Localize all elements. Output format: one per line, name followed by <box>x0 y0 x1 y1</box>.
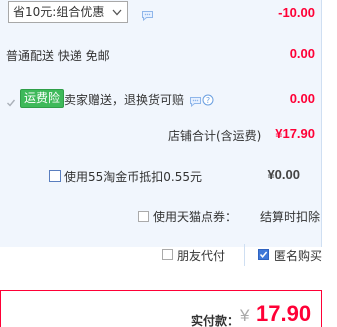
coins-amount: ¥0.00 <box>267 167 300 182</box>
insurance-row: 运费险 卖家赠送，退换货可赔 ? 0.00 <box>0 80 321 114</box>
pay-total-amount: 17.90 <box>256 301 312 326</box>
tmall-points-label: 使用天猫点券： <box>153 210 238 224</box>
order-summary-page: 省10元:组合优惠 -10.00 普通配送 快递 免邮 0.00 运费险 卖家赠… <box>0 0 337 327</box>
tmall-points-note: 结算时扣除 <box>260 210 321 224</box>
insurance-amount: 0.00 <box>289 91 315 106</box>
friend-pay-checkbox[interactable] <box>162 249 173 260</box>
payment-options-row: 朋友代付 匿名购买 <box>0 244 323 266</box>
chat-bubble-icon[interactable] <box>141 6 154 25</box>
pay-total-bar: 实付款： ¥ 17.90 <box>0 290 322 327</box>
checkmark-icon <box>259 251 268 258</box>
promo-select-value: 省10元:组合优惠 <box>13 5 105 19</box>
options-divider <box>244 244 245 266</box>
question-icon[interactable]: ? <box>202 91 214 110</box>
promo-select[interactable]: 省10元:组合优惠 <box>8 1 128 23</box>
checkmark-icon <box>6 93 16 112</box>
promo-amount: -10.00 <box>278 5 315 20</box>
shipping-label: 普通配送 快递 免邮 <box>6 49 110 63</box>
pay-total-label: 实付款： <box>191 314 240 327</box>
shipping-amount: 0.00 <box>289 46 315 61</box>
tmall-points-row: 使用天猫点券： 结算时扣除 <box>0 205 321 227</box>
coins-label: 使用55淘金币抵扣0.55元 <box>64 170 202 184</box>
store-total-row: 店铺合计(含运费) ¥17.90 <box>0 120 321 150</box>
insurance-text: 卖家赠送，退换货可赔 <box>64 93 185 107</box>
friend-pay-label: 朋友代付 <box>177 249 226 263</box>
pay-total-currency: ¥ <box>240 306 250 325</box>
tmall-points-checkbox[interactable] <box>138 211 149 222</box>
anonymous-label: 匿名购买 <box>274 249 323 263</box>
chevron-down-icon <box>110 3 124 21</box>
coins-row: 使用55淘金币抵扣0.55元 ¥0.00 <box>0 164 321 188</box>
svg-text:?: ? <box>206 96 210 105</box>
coins-checkbox[interactable] <box>49 170 61 182</box>
store-total-amount: ¥17.90 <box>275 126 315 141</box>
shipping-row: 普通配送 快递 免邮 0.00 <box>0 38 321 68</box>
chat-bubble-icon[interactable] <box>189 92 202 111</box>
store-total-label: 店铺合计(含运费) <box>168 129 262 143</box>
insurance-badge: 运费险 <box>20 89 65 108</box>
anonymous-checkbox[interactable] <box>258 249 269 260</box>
promo-row: 省10元:组合优惠 -10.00 <box>0 0 321 26</box>
